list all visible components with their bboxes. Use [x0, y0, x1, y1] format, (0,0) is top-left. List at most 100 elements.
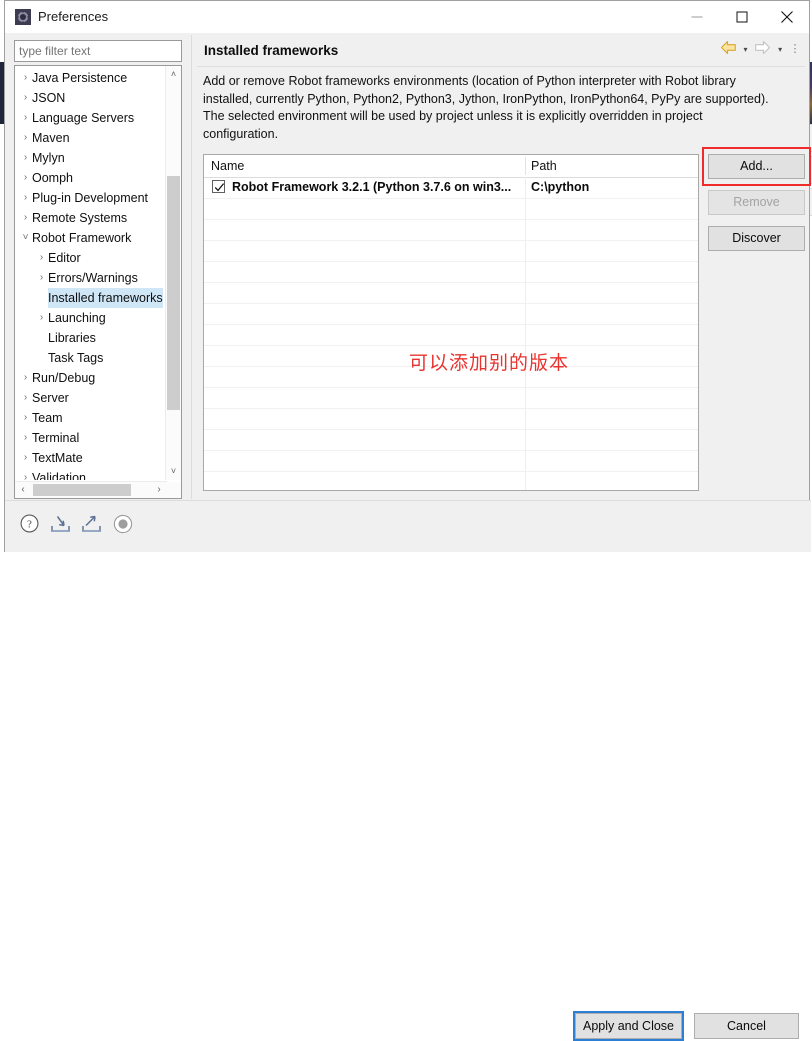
chevron-right-icon[interactable]: ›	[35, 248, 48, 268]
maximize-button[interactable]	[719, 1, 764, 32]
table-row[interactable]: Robot Framework 3.2.1 (Python 3.7.6 on w…	[204, 177, 698, 198]
tree-vertical-scrollbar[interactable]: ˄ ˅	[165, 66, 181, 480]
chevron-right-icon[interactable]: ›	[19, 368, 32, 388]
discover-button[interactable]: Discover	[708, 226, 805, 251]
close-button[interactable]	[764, 1, 809, 32]
back-button[interactable]	[720, 40, 737, 58]
chevron-right-icon[interactable]: ›	[35, 308, 48, 328]
view-menu-icon[interactable]: ⋮	[789, 43, 801, 54]
grid-line	[204, 198, 698, 199]
apply-button-focus-ring	[573, 1011, 684, 1041]
column-header-divider[interactable]	[525, 157, 526, 175]
sidebar-item-label: Task Tags	[48, 351, 104, 365]
chevron-right-icon[interactable]: ›	[19, 428, 32, 448]
preferences-tree[interactable]: › Java Persistence › JSON › Language Servers ›…	[14, 65, 182, 499]
chevron-right-icon[interactable]: ›	[19, 108, 32, 128]
back-history-dropdown-icon[interactable]: ▾	[740, 45, 751, 54]
help-icon[interactable]: ?	[20, 514, 39, 536]
sidebar-item-validation[interactable]: › Validation	[15, 468, 86, 480]
export-icon[interactable]	[81, 514, 102, 536]
sidebar-item-remote-systems[interactable]: › Remote Systems	[15, 208, 127, 228]
sidebar-item-label: Validation	[32, 471, 86, 480]
tree-vertical-scroll-thumb[interactable]	[167, 176, 180, 410]
window-title: Preferences	[38, 9, 109, 24]
sidebar-item-label: Launching	[48, 311, 106, 325]
grid-line	[204, 282, 698, 283]
sidebar-item-launching[interactable]: › Launching	[15, 308, 106, 328]
sidebar-item-installed-frameworks[interactable]: Installed frameworks	[15, 288, 163, 308]
navigation-toolbar: ▾ ▾ ⋮	[720, 40, 801, 60]
dialog-footer: ? Apply and Close Cancel	[5, 501, 811, 1041]
column-header-name[interactable]: Name	[211, 155, 244, 177]
sidebar-item-label: Robot Framework	[32, 231, 132, 245]
forward-history-dropdown-icon[interactable]: ▾	[775, 45, 786, 54]
forward-button[interactable]	[754, 40, 771, 58]
chevron-right-icon[interactable]: ›	[19, 148, 32, 168]
sidebar-item-json[interactable]: › JSON	[15, 88, 66, 108]
sidebar-item-robot-framework[interactable]: ˅ Robot Framework	[15, 228, 132, 248]
sidebar-item-maven[interactable]: › Maven	[15, 128, 70, 148]
sidebar-item-language-servers[interactable]: › Language Servers	[15, 108, 134, 128]
chevron-right-icon[interactable]: ›	[19, 128, 32, 148]
maximize-icon	[736, 11, 747, 22]
sidebar-item-server[interactable]: › Server	[15, 388, 69, 408]
sidebar-item-run-debug[interactable]: › Run/Debug	[15, 368, 95, 388]
sidebar-item-textmate[interactable]: › TextMate	[15, 448, 83, 468]
sidebar-item-mylyn[interactable]: › Mylyn	[15, 148, 65, 168]
sidebar-item-oomph[interactable]: › Oomph	[15, 168, 73, 188]
chevron-right-icon[interactable]: ›	[19, 388, 32, 408]
chevron-down-icon[interactable]: ˅	[19, 228, 32, 248]
chevron-right-icon[interactable]: ›	[19, 68, 32, 88]
chevron-right-icon[interactable]: ›	[35, 268, 48, 288]
sidebar-item-label: Remote Systems	[32, 211, 128, 225]
grid-line	[204, 261, 698, 262]
minimize-button[interactable]	[674, 1, 719, 32]
cancel-button[interactable]: Cancel	[694, 1013, 799, 1039]
sidebar-item-label: Server	[32, 391, 69, 405]
chevron-right-icon[interactable]: ›	[19, 88, 32, 108]
scroll-up-arrow-icon[interactable]: ˄	[166, 66, 181, 83]
panel-divider	[191, 35, 192, 499]
scroll-left-arrow-icon[interactable]: ‹	[15, 482, 31, 498]
search-input[interactable]	[14, 40, 182, 62]
import-icon[interactable]	[50, 514, 71, 536]
grid-line	[204, 387, 698, 388]
chevron-right-icon[interactable]: ›	[19, 468, 32, 480]
frameworks-table[interactable]: Name Path Robot Framework 3.2.1 (Python …	[203, 154, 699, 491]
back-arrow-icon	[720, 40, 736, 55]
scroll-right-arrow-icon[interactable]: ›	[151, 482, 167, 498]
sidebar-item-java-persistence[interactable]: › Java Persistence	[15, 68, 127, 88]
sidebar-item-label: Libraries	[48, 331, 96, 345]
grid-line	[204, 450, 698, 451]
column-header-path[interactable]: Path	[531, 155, 557, 177]
chevron-right-icon[interactable]: ›	[19, 408, 32, 428]
chevron-right-icon[interactable]: ›	[19, 208, 32, 228]
chevron-right-icon[interactable]: ›	[19, 188, 32, 208]
close-icon	[780, 10, 793, 23]
grid-line	[204, 240, 698, 241]
page-title: Installed frameworks	[204, 43, 339, 58]
title-bar: Preferences	[5, 1, 809, 33]
cell-framework-name: Robot Framework 3.2.1 (Python 3.7.6 on w…	[232, 180, 512, 194]
sidebar-item-libraries[interactable]: Libraries	[15, 328, 96, 348]
sidebar-item-label: Installed frameworks	[48, 288, 163, 308]
title-separator	[197, 66, 805, 67]
sidebar-item-plug-in-development[interactable]: › Plug-in Development	[15, 188, 148, 208]
checkmark-icon	[214, 183, 225, 192]
sidebar-item-errors-warnings[interactable]: › Errors/Warnings	[15, 268, 138, 288]
chevron-right-icon[interactable]: ›	[19, 448, 32, 468]
tree-horizontal-scroll-thumb[interactable]	[33, 484, 131, 496]
sidebar-item-terminal[interactable]: › Terminal	[15, 428, 79, 448]
sidebar-item-editor[interactable]: › Editor	[15, 248, 81, 268]
chevron-right-icon[interactable]: ›	[19, 168, 32, 188]
restore-defaults-icon[interactable]	[113, 514, 133, 537]
sidebar-item-task-tags[interactable]: Task Tags	[15, 348, 103, 368]
sidebar-item-label: Language Servers	[32, 111, 135, 125]
preferences-gear-icon	[15, 9, 31, 25]
tree-horizontal-scrollbar[interactable]: ‹ ›	[15, 481, 167, 498]
svg-text:?: ?	[27, 519, 32, 531]
row-checkbox[interactable]	[212, 180, 225, 193]
sidebar-item-team[interactable]: › Team	[15, 408, 63, 428]
scroll-down-arrow-icon[interactable]: ˅	[166, 463, 181, 480]
preferences-dialog: Preferences ›Java Persistence›JSON›Langu…	[4, 0, 811, 1041]
